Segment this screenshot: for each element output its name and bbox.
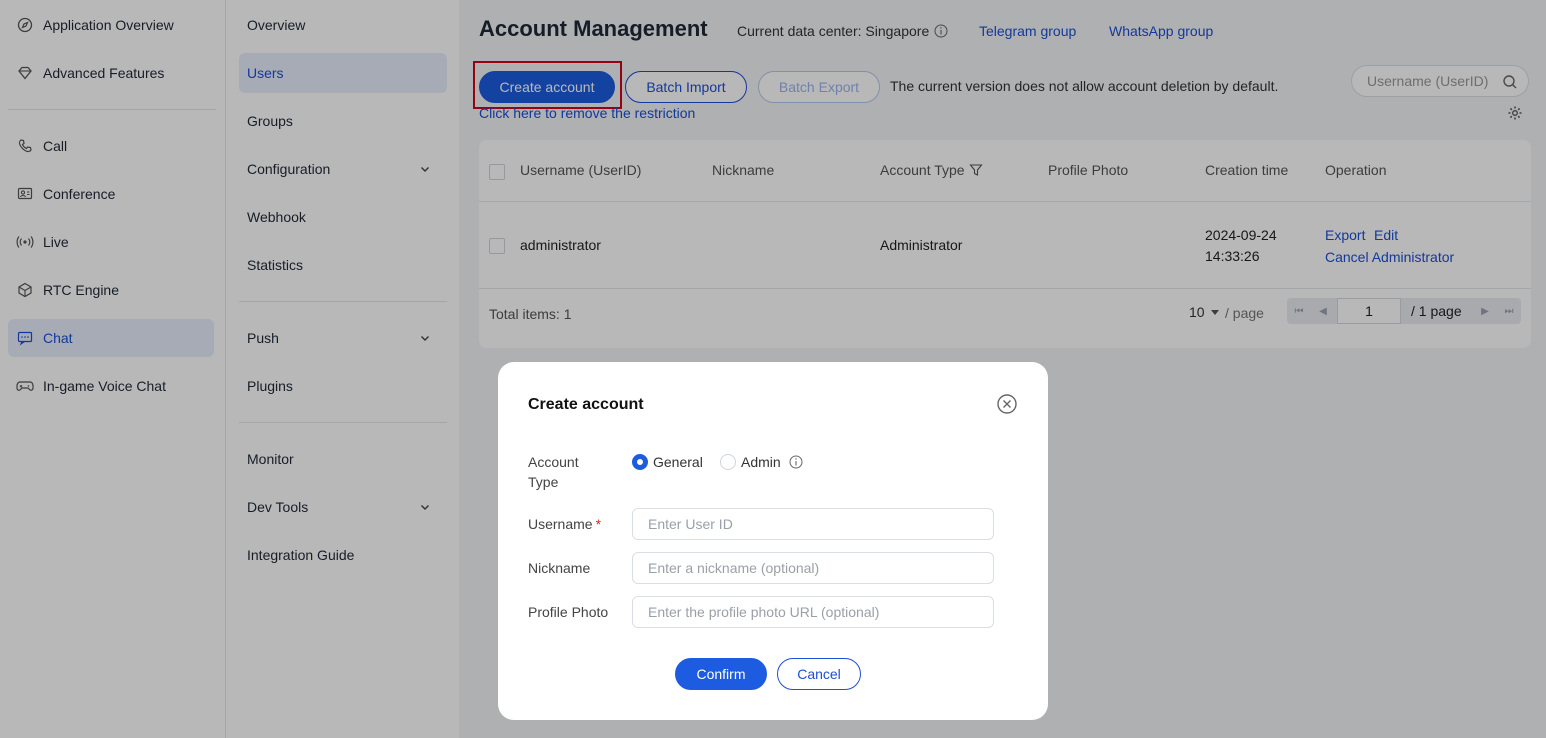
close-icon[interactable] [996,393,1018,415]
radio-indicator [720,454,736,470]
create-account-dialog: Create account Account Type General Admi… [498,362,1048,720]
app-root: Application Overview Advanced Features C… [0,0,1546,738]
info-icon[interactable] [789,455,803,469]
username-field[interactable] [632,508,994,540]
nickname-label: Nickname [528,560,591,576]
nickname-input[interactable] [648,560,978,576]
username-label-text: Username [528,516,593,532]
profile-photo-label: Profile Photo [528,604,609,620]
dialog-title: Create account [528,396,644,413]
username-label: Username * [528,514,601,534]
radio-label: General [653,454,703,470]
nickname-field[interactable] [632,552,994,584]
account-type-label: Account Type [528,454,579,490]
required-asterisk: * [595,516,602,532]
radio-label: Admin [741,454,781,470]
profile-photo-field[interactable] [632,596,994,628]
confirm-button[interactable]: Confirm [675,658,767,690]
username-input[interactable] [648,516,978,532]
radio-selected-indicator [632,454,648,470]
radio-admin[interactable]: Admin [720,454,803,470]
cancel-button[interactable]: Cancel [777,658,861,690]
profile-photo-input[interactable] [648,604,978,620]
radio-general[interactable]: General [632,454,703,470]
